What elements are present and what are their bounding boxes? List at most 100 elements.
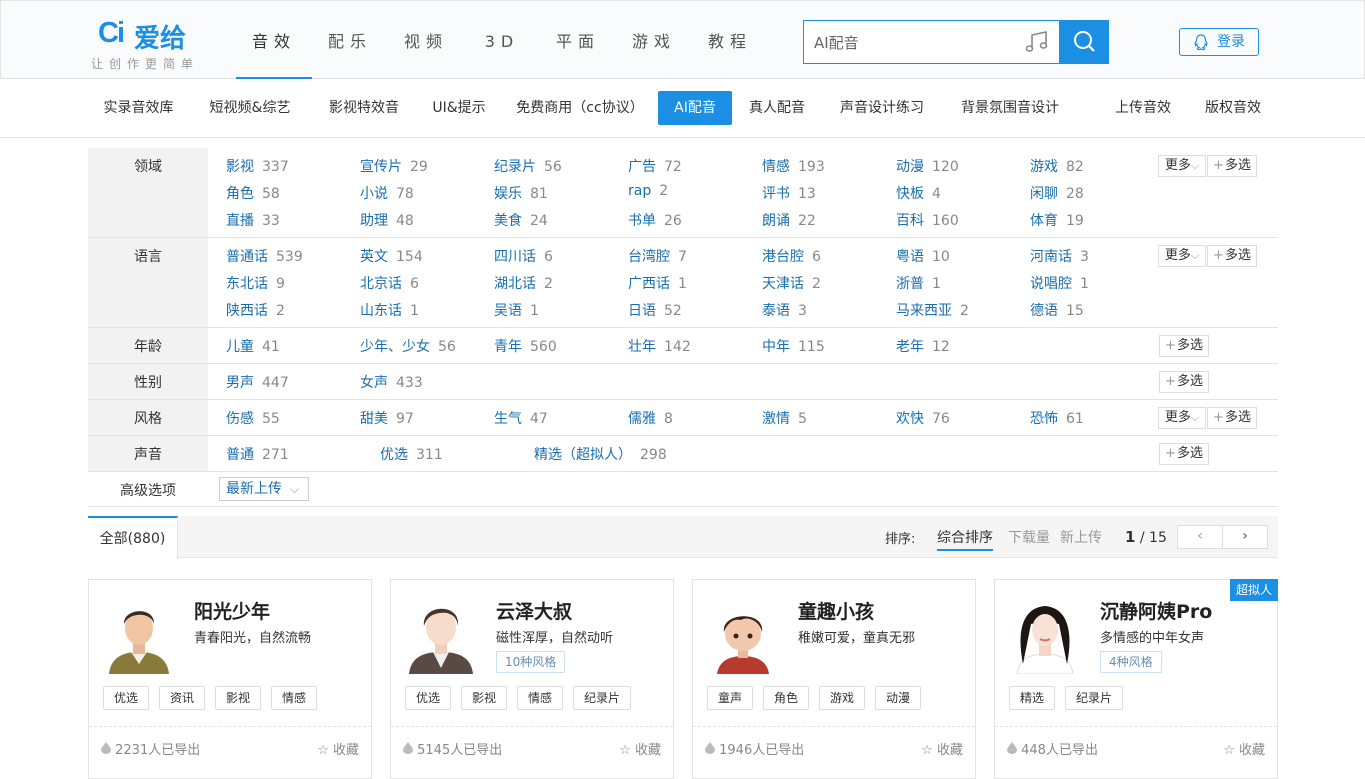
main-nav-item[interactable]: 游戏 [616,1,692,79]
filter-option[interactable]: 情感 193 [762,156,825,176]
voice-tag[interactable]: 童声 [707,686,754,710]
filter-option[interactable]: 港台腔 6 [762,246,821,266]
filter-option[interactable]: 说唱腔 1 [1030,273,1089,293]
voice-tag[interactable]: 情感 [517,686,564,710]
filter-option[interactable]: 书单 26 [628,210,682,230]
filter-option[interactable]: 广告 72 [628,156,682,176]
filter-option[interactable]: 湖北话 2 [494,273,553,293]
filter-option[interactable]: 四川话 6 [494,246,553,266]
favorite-button[interactable]: ☆ 收藏 [317,739,359,758]
next-page-button[interactable]: › [1222,525,1268,549]
voice-tag[interactable]: 情感 [271,686,318,710]
filter-option[interactable]: 伤感 55 [226,408,280,428]
voice-avatar[interactable] [707,594,779,674]
filter-option[interactable]: 男声 447 [226,372,289,392]
filter-option[interactable]: 角色 58 [226,183,280,203]
voice-tag[interactable]: 资讯 [159,686,206,710]
filter-option[interactable]: 娱乐 81 [494,183,548,203]
sort-downloads[interactable]: 下载量 [1008,527,1050,547]
voice-tag[interactable]: 影视 [215,686,262,710]
main-nav-item[interactable]: 音效 [236,1,312,79]
voice-avatar[interactable] [103,594,175,674]
category-nav-item[interactable]: UI&提示 [418,91,500,125]
filter-option[interactable]: 老年 12 [896,336,950,356]
voice-avatar[interactable] [1009,594,1081,675]
voice-tag[interactable]: 纪录片 [1065,686,1124,710]
filter-option[interactable]: 女声 433 [360,372,423,392]
filter-option[interactable]: 少年、少女 56 [360,336,456,356]
filter-option[interactable]: 天津话 2 [762,273,821,293]
style-count-badge[interactable]: 4种风格 [1100,651,1162,673]
voice-name[interactable]: 童趣小孩 [798,597,874,624]
filter-option[interactable]: 甜美 97 [360,408,414,428]
filter-option[interactable]: 助理 48 [360,210,414,230]
voice-card[interactable]: 沉静阿姨Pro 多情感的中年女声 4种风格 精选 纪录片 448人已导出 ☆ 收藏 超拟人 [994,579,1278,779]
filter-option[interactable]: 马来西亚 2 [896,300,969,320]
filter-option[interactable]: 粤语 10 [896,246,950,266]
filter-option[interactable]: rap 2 [628,183,668,199]
login-button[interactable]: 登录 [1179,28,1259,56]
sort-newest[interactable]: 新上传 [1060,527,1102,547]
filter-option[interactable]: 台湾腔 7 [628,246,687,266]
main-nav-item[interactable]: 配乐 [312,1,388,79]
favorite-button[interactable]: ☆ 收藏 [619,739,661,758]
voice-card[interactable]: 阳光少年 青春阳光，自然流畅 优选 资讯 影视 情感 2231人已导出 ☆ 收藏 [88,579,372,779]
filter-option[interactable]: 河南话 3 [1030,246,1089,266]
multi-select-button[interactable]: +多选 [1159,335,1209,357]
filter-option[interactable]: 普通话 539 [226,246,303,266]
category-nav-item[interactable]: 真人配音 [736,91,818,125]
voice-card[interactable]: 云泽大叔 磁性浑厚，自然动听 10种风格 优选 影视 情感 纪录片 5145人已导出 ☆ 收藏 [390,579,674,779]
multi-select-button[interactable]: +多选 [1207,407,1257,429]
voice-tag[interactable]: 动漫 [875,686,922,710]
voice-tag[interactable]: 影视 [461,686,508,710]
filter-option[interactable]: 陕西话 2 [226,300,285,320]
filter-option[interactable]: 德语 15 [1030,300,1084,320]
filter-option[interactable]: 评书 13 [762,183,816,203]
filter-option[interactable]: 小说 78 [360,183,414,203]
voice-name[interactable]: 云泽大叔 [496,597,572,624]
voice-tag[interactable]: 精选 [1009,686,1056,710]
multi-select-button[interactable]: +多选 [1207,155,1257,177]
filter-option[interactable]: 生气 47 [494,408,548,428]
filter-option[interactable]: 朗诵 22 [762,210,816,230]
filter-option[interactable]: 直播 33 [226,210,280,230]
main-nav-item[interactable]: 视频 [388,1,464,79]
filter-option[interactable]: 普通 271 [226,444,289,464]
filter-option[interactable]: 欢快 76 [896,408,950,428]
category-nav-item[interactable]: 实录音效库 [89,91,188,125]
voice-tag[interactable]: 优选 [405,686,452,710]
filter-option[interactable]: 影视 337 [226,156,289,176]
filter-option[interactable]: 闲聊 28 [1030,183,1084,203]
category-nav-item[interactable]: 上传音效 [1104,91,1182,125]
filter-option[interactable]: 山东话 1 [360,300,419,320]
filter-option[interactable]: 英文 154 [360,246,423,266]
filter-option[interactable]: 恐怖 61 [1030,408,1084,428]
category-nav-item[interactable]: 短视频&综艺 [195,91,305,125]
voice-tag[interactable]: 游戏 [819,686,866,710]
more-button[interactable]: 更多⌵ [1158,407,1206,429]
category-nav-item[interactable]: 版权音效 [1192,91,1274,125]
voice-tag[interactable]: 优选 [103,686,150,710]
favorite-button[interactable]: ☆ 收藏 [1223,739,1265,758]
filter-option[interactable]: 纪录片 56 [494,156,562,176]
category-nav-item[interactable]: 免费商用（cc协议） [507,91,653,125]
more-button[interactable]: 更多⌵ [1158,245,1206,267]
voice-tag[interactable]: 角色 [763,686,810,710]
filter-option[interactable]: 泰语 3 [762,300,807,320]
category-nav-item[interactable]: 背景氛围音设计 [946,91,1074,125]
multi-select-button[interactable]: +多选 [1159,443,1209,465]
main-nav-item[interactable]: 教程 [692,1,768,79]
main-nav-item[interactable]: 3D [464,1,540,79]
search-button[interactable] [1059,20,1109,64]
filter-option[interactable]: 美食 24 [494,210,548,230]
filter-option[interactable]: 中年 115 [762,336,825,356]
multi-select-button[interactable]: +多选 [1159,371,1209,393]
filter-option[interactable]: 北京话 6 [360,273,419,293]
main-nav-item[interactable]: 平面 [540,1,616,79]
filter-option[interactable]: 广西话 1 [628,273,687,293]
filter-option[interactable]: 动漫 120 [896,156,959,176]
voice-avatar[interactable] [405,594,477,674]
favorite-button[interactable]: ☆ 收藏 [921,739,963,758]
tab-all[interactable]: 全部(880) [88,516,178,559]
filter-option[interactable]: 青年 560 [494,336,557,356]
